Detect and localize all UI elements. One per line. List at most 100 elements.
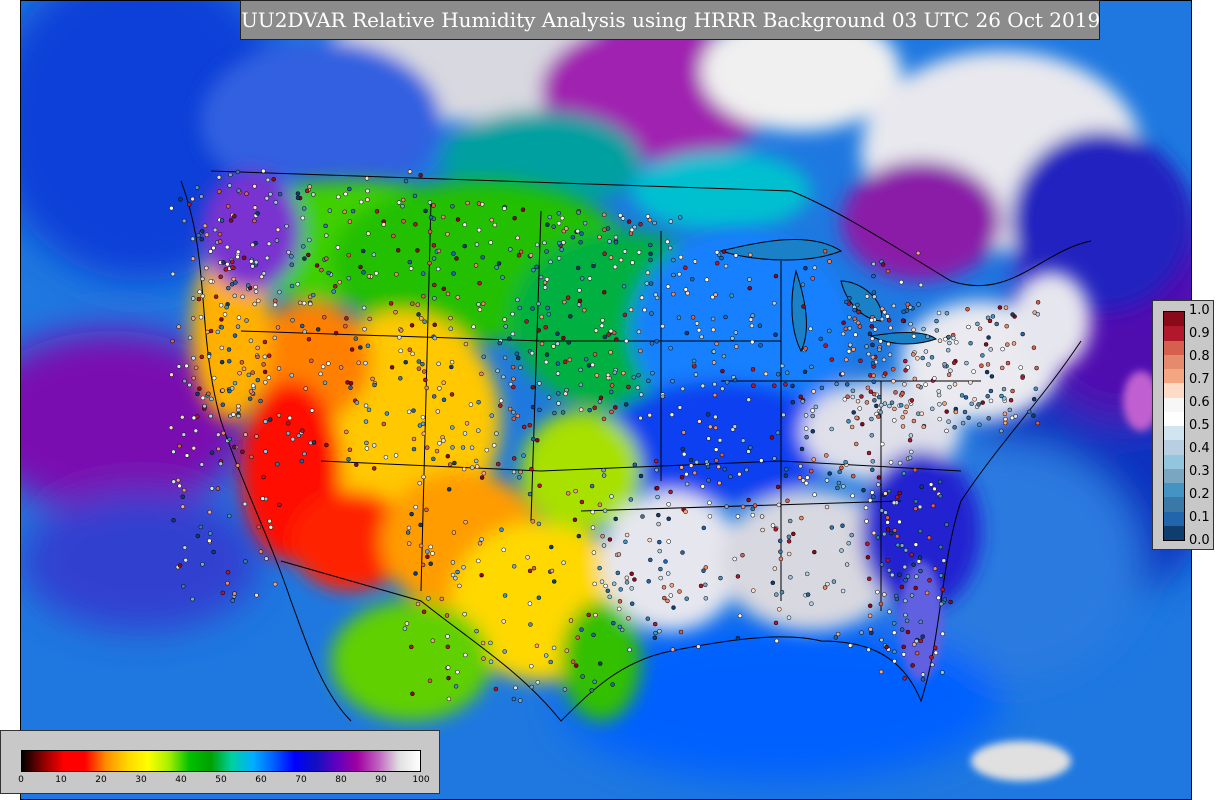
station-marker xyxy=(371,466,377,471)
station-marker xyxy=(204,232,210,238)
station-marker xyxy=(425,554,430,559)
station-marker xyxy=(897,490,902,496)
station-marker xyxy=(474,628,479,634)
station-marker xyxy=(632,462,638,468)
station-marker xyxy=(363,419,369,424)
station-marker xyxy=(662,595,667,601)
station-marker xyxy=(867,603,873,609)
station-marker xyxy=(999,393,1004,399)
station-marker xyxy=(886,317,892,323)
station-marker xyxy=(191,445,197,451)
station-marker xyxy=(786,539,792,544)
station-marker xyxy=(917,555,923,560)
station-marker xyxy=(671,272,676,278)
station-marker xyxy=(290,318,295,323)
station-marker xyxy=(871,273,876,279)
station-marker xyxy=(770,523,776,528)
station-marker xyxy=(450,560,456,565)
station-marker xyxy=(502,593,508,598)
station-marker xyxy=(897,519,902,525)
station-marker xyxy=(1035,420,1041,426)
station-marker xyxy=(236,403,241,409)
station-marker xyxy=(1005,342,1010,347)
station-marker xyxy=(681,430,686,435)
station-marker xyxy=(235,169,241,175)
station-colorbar-tick: 0.1 xyxy=(1189,510,1210,525)
station-marker xyxy=(366,231,371,236)
station-marker xyxy=(668,345,673,351)
station-marker xyxy=(711,327,716,333)
station-marker xyxy=(561,560,566,565)
station-marker xyxy=(840,588,846,594)
station-marker xyxy=(1008,397,1014,403)
station-marker xyxy=(276,413,282,418)
station-marker xyxy=(268,191,273,197)
station-marker xyxy=(511,564,517,569)
station-marker xyxy=(243,559,248,564)
station-marker xyxy=(272,581,278,587)
station-marker xyxy=(648,557,653,563)
station-marker xyxy=(358,199,364,205)
station-marker xyxy=(216,189,222,194)
station-marker xyxy=(885,515,890,520)
station-marker xyxy=(450,445,455,450)
station-marker xyxy=(847,295,852,301)
station-marker xyxy=(844,357,849,362)
station-marker xyxy=(253,259,259,265)
station-marker xyxy=(914,574,919,579)
station-marker xyxy=(455,217,461,222)
station-marker xyxy=(916,383,921,389)
station-marker xyxy=(777,538,783,544)
station-marker xyxy=(302,451,307,457)
station-marker xyxy=(219,317,224,322)
station-marker xyxy=(306,252,311,258)
station-marker xyxy=(221,260,226,265)
station-marker xyxy=(872,398,877,403)
station-marker xyxy=(623,402,629,407)
station-marker xyxy=(193,428,199,434)
station-marker xyxy=(512,215,517,221)
station-marker xyxy=(215,486,221,491)
station-marker xyxy=(839,548,844,553)
station-marker xyxy=(937,416,942,422)
station-marker xyxy=(913,585,918,591)
station-marker xyxy=(450,425,455,430)
station-marker xyxy=(498,403,503,408)
station-marker xyxy=(267,417,273,422)
station-marker xyxy=(208,413,213,419)
station-marker xyxy=(322,314,327,320)
station-marker xyxy=(827,471,832,476)
station-marker xyxy=(897,460,903,466)
station-marker xyxy=(885,268,891,274)
station-marker xyxy=(607,537,613,542)
station-marker xyxy=(544,352,550,357)
station-marker xyxy=(431,256,437,261)
station-marker xyxy=(262,369,268,375)
station-marker xyxy=(530,404,536,410)
station-marker xyxy=(911,327,916,333)
station-marker xyxy=(937,338,943,343)
station-marker xyxy=(565,295,571,300)
station-marker xyxy=(1003,305,1009,310)
station-marker xyxy=(977,422,982,427)
station-marker xyxy=(810,413,815,419)
station-marker xyxy=(415,601,421,607)
station-marker xyxy=(607,594,612,600)
station-marker xyxy=(678,254,684,260)
station-marker xyxy=(692,364,697,369)
station-marker xyxy=(428,215,434,220)
station-marker xyxy=(411,436,417,442)
station-marker xyxy=(253,289,259,294)
station-marker xyxy=(804,434,809,440)
station-marker xyxy=(804,571,810,577)
station-marker xyxy=(930,503,936,509)
station-marker xyxy=(420,562,426,568)
station-marker xyxy=(575,228,580,234)
station-marker xyxy=(984,369,990,375)
station-marker xyxy=(846,419,851,424)
station-marker xyxy=(544,249,549,254)
station-marker xyxy=(716,464,721,470)
station-marker xyxy=(437,441,442,446)
station-marker xyxy=(808,468,814,474)
station-marker xyxy=(393,309,398,315)
